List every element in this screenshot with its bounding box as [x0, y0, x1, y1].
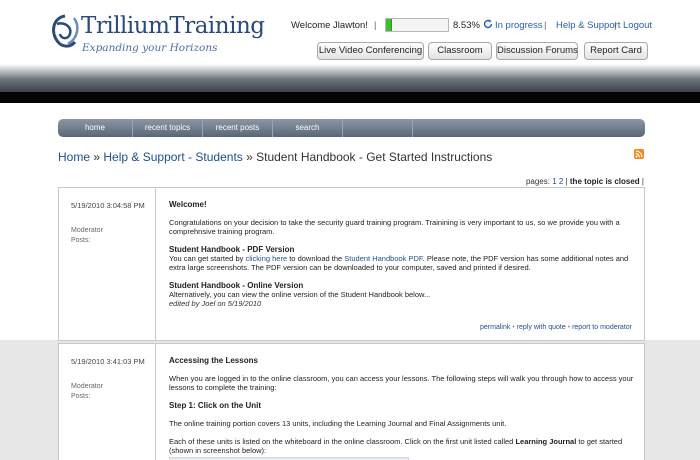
post-body: Welcome! Congratulations on your decisio…: [169, 200, 639, 308]
text-span: You can get started by: [169, 254, 246, 263]
report-to-moderator-link[interactable]: report to moderator: [572, 324, 632, 331]
forum-nav: home recent topics recent posts search: [58, 119, 645, 137]
post-paragraph: The online training portion covers 13 un…: [169, 419, 507, 428]
logo-tagline: Expanding your Horizons: [82, 42, 218, 54]
breadcrumb-section[interactable]: Help & Support - Students: [103, 150, 242, 164]
post-paragraph: Congratulations on your decision to take…: [169, 218, 620, 236]
post-author-panel: 5/19/2010 3:41:03 PM Moderator Posts:: [59, 344, 156, 460]
logo-title: TrilliumTraining: [81, 13, 265, 39]
forum-post: 5/19/2010 3:04:58 PM Moderator Posts: We…: [58, 187, 645, 341]
progress-percent: 8.53%: [453, 20, 480, 31]
author-posts: Posts:: [71, 237, 91, 244]
site-logo[interactable]: TrilliumTraining Expanding your Horizons: [48, 12, 265, 56]
banner-bar: [0, 92, 700, 103]
progress-status[interactable]: In progress: [495, 20, 543, 31]
topic-closed-label: the topic is closed: [569, 177, 640, 186]
live-video-conferencing-button[interactable]: Live Video Conferencing: [317, 42, 424, 60]
refresh-icon: [483, 19, 493, 29]
help-support-link[interactable]: Help & Support: [556, 20, 620, 31]
pages-label: pages:: [525, 177, 550, 186]
discussion-forums-button[interactable]: Discussion Forums: [496, 42, 578, 60]
post-author-panel: 5/19/2010 3:04:58 PM Moderator Posts:: [59, 188, 156, 340]
post-paragraph: Each of these units is listed on the whi…: [169, 437, 639, 455]
author-posts: Posts:: [71, 393, 91, 400]
course-progress-bar: [385, 18, 449, 32]
breadcrumb-current: Student Handbook - Get Started Instructi…: [256, 150, 493, 164]
forum-post: 5/19/2010 3:41:03 PM Moderator Posts: Ac…: [58, 343, 645, 460]
post-paragraph: Alternatively, you can view the online v…: [169, 290, 431, 299]
post-body: Accessing the Lessons When you are logge…: [169, 356, 639, 460]
reply-with-quote-link[interactable]: reply with quote: [517, 324, 566, 331]
learning-journal-label: Learning Journal: [515, 437, 577, 446]
nav-recent-topics[interactable]: recent topics: [133, 119, 203, 137]
post-title: Accessing the Lessons: [169, 356, 258, 365]
handbook-pdf-link[interactable]: Student Handbook PDF: [344, 254, 422, 263]
text-span: Each of these units is listed on the whi…: [169, 437, 516, 446]
report-card-button[interactable]: Report Card: [584, 42, 648, 60]
page-link-2[interactable]: 2: [559, 177, 563, 186]
logout-link[interactable]: Logout: [623, 20, 652, 31]
post-date: 5/19/2010 3:04:58 PM: [71, 201, 145, 210]
section-heading: Step 1: Click on the Unit: [169, 401, 262, 410]
breadcrumb: Home » Help & Support - Students » Stude…: [58, 150, 492, 164]
download-link[interactable]: clicking here: [245, 254, 287, 263]
post-date: 5/19/2010 3:41:03 PM: [71, 357, 145, 366]
post-actions: permalink • reply with quote • report to…: [480, 324, 632, 331]
post-author-role: Moderator Posts:: [71, 226, 103, 246]
nav-divider: [343, 119, 413, 137]
breadcrumb-home[interactable]: Home: [58, 150, 90, 164]
section-heading: Student Handbook - Online Version: [169, 281, 304, 290]
post-paragraph: When you are logged in to the online cla…: [169, 374, 634, 392]
author-role: Moderator: [71, 227, 103, 234]
post-author-role: Moderator Posts:: [71, 382, 103, 402]
site-header: TrilliumTraining Expanding your Horizons…: [0, 0, 700, 64]
edited-note: edited by Joel on 5/19/2010: [169, 299, 262, 308]
section-heading: Student Handbook - PDF Version: [169, 245, 295, 254]
author-role: Moderator: [71, 383, 103, 390]
permalink-link[interactable]: permalink: [480, 324, 510, 331]
breadcrumb-sep: »: [242, 150, 257, 164]
header-banner: [0, 64, 700, 92]
text-span: to download the: [287, 254, 345, 263]
header-divider: |: [544, 20, 547, 31]
rss-icon[interactable]: [634, 149, 644, 159]
header-divider: |: [374, 20, 377, 31]
trillium-logo-icon: [52, 14, 79, 48]
classroom-button[interactable]: Classroom: [428, 42, 492, 60]
welcome-text: Welcome Jlawton!: [291, 20, 368, 31]
post-paragraph: You can get started by clicking here to …: [169, 254, 639, 272]
header-divider: |: [614, 20, 617, 31]
nav-home[interactable]: home: [58, 119, 133, 137]
page-link-1[interactable]: 1: [552, 177, 556, 186]
progress-fill: [386, 19, 392, 31]
breadcrumb-sep: »: [90, 150, 104, 164]
nav-search[interactable]: search: [273, 119, 343, 137]
post-title: Welcome!: [169, 200, 207, 209]
nav-recent-posts[interactable]: recent posts: [203, 119, 273, 137]
pagination: pages: 1 2 | the topic is closed |: [525, 177, 644, 186]
